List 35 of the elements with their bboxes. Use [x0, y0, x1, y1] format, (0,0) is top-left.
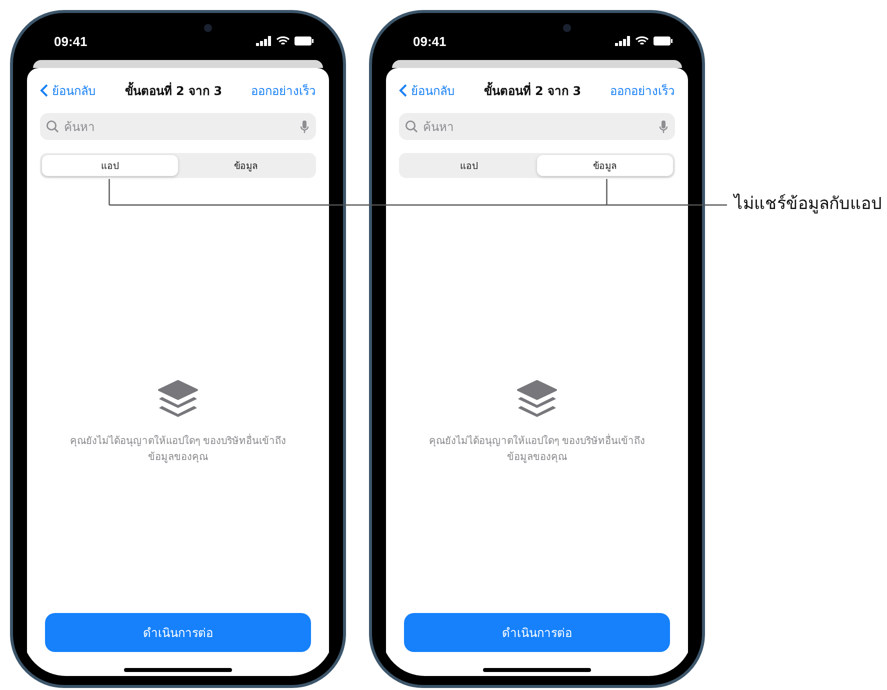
continue-button[interactable]: ดำเนินการต่อ	[404, 613, 670, 652]
microphone-icon[interactable]	[300, 120, 309, 134]
nav-title: ขั้นตอนที่ 2 จาก 3	[124, 80, 222, 100]
wifi-icon	[635, 36, 649, 46]
camera-icon	[204, 24, 212, 32]
segment-tab[interactable]: ข้อมูล	[178, 155, 314, 176]
search-field[interactable]: ค้นหา	[399, 113, 675, 140]
nav-title: ขั้นตอนที่ 2 จาก 3	[484, 80, 582, 100]
segment-tab[interactable]: ข้อมูล	[537, 155, 673, 176]
chevron-left-icon	[40, 84, 48, 96]
back-link[interactable]: ย้อนกลับ	[399, 80, 455, 100]
chevron-left-icon	[399, 84, 407, 96]
search-icon	[46, 120, 59, 133]
segment-tab[interactable]: แอป	[401, 155, 537, 176]
continue-button[interactable]: ดำเนินการต่อ	[45, 613, 311, 652]
signal-icon	[615, 36, 631, 46]
back-link[interactable]: ย้อนกลับ	[40, 80, 96, 100]
empty-message: คุณยังไม่ได้อนุญาตให้แอปใดๆ ของบริษัทอื่นเข้าถึงข้อมูลของคุณ	[423, 434, 651, 466]
quick-exit-link[interactable]: ออกอย่างเร็ว	[610, 80, 675, 100]
status-time: 09:41	[413, 34, 446, 48]
search-icon	[405, 120, 418, 133]
empty-message: คุณยังไม่ได้อนุญาตให้แอปใดๆ ของบริษัทอื่นเข้าถึงข้อมูลของคุณ	[64, 434, 292, 466]
camera-icon	[563, 24, 571, 32]
callout-label: ไม่แชร์ข้อมูลกับแอป	[734, 192, 882, 216]
layers-icon	[516, 380, 558, 418]
quick-exit-link[interactable]: ออกอย่างเร็ว	[250, 80, 316, 100]
battery-icon	[294, 36, 314, 46]
microphone-icon[interactable]	[659, 120, 668, 134]
status-time: 09:41	[54, 34, 88, 48]
segment-tab[interactable]: แอป	[42, 155, 178, 176]
wifi-icon	[276, 36, 290, 46]
search-field[interactable]: ค้นหา	[40, 113, 316, 140]
layers-icon	[157, 380, 199, 418]
battery-icon	[653, 36, 673, 46]
signal-icon	[256, 36, 272, 46]
